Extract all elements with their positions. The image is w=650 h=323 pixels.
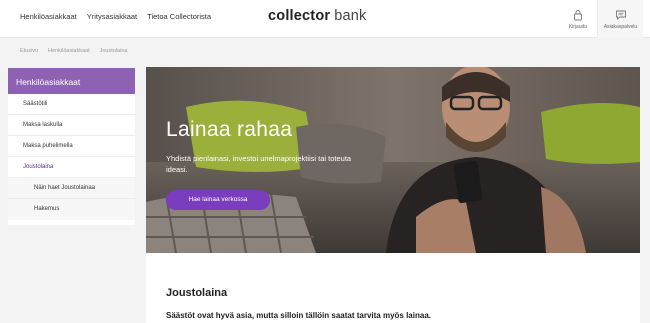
logo-word-bank: bank <box>334 8 367 24</box>
main-nav: Henkilöasiakkaat Yritysasiakkaat Tietoa … <box>20 12 211 21</box>
apply-loan-button[interactable]: Hae lainaa verkossa <box>166 190 270 210</box>
breadcrumb-henkiloasiakkaat[interactable]: Henkilöasiakkaat <box>48 48 90 54</box>
sidebar-item-hakemus[interactable]: Hakemus <box>8 199 135 220</box>
breadcrumb: Etusivu Henkilöasiakkaat Joustolaina <box>20 48 127 54</box>
breadcrumb-joustolaina[interactable]: Joustolaina <box>100 48 128 54</box>
chat-icon <box>615 10 626 20</box>
sidebar-item-nain-haet-joustolainaa[interactable]: Näin haet Joustolainaa <box>8 178 135 199</box>
sidebar: Henkilöasiakkaat Säästötili Maksa laskul… <box>8 68 135 225</box>
logo-word-collector: collector <box>268 8 331 24</box>
sidebar-item-joustolaina[interactable]: Joustolaina <box>8 157 135 178</box>
sidebar-item-maksa-puhelimella[interactable]: Maksa puhelimella <box>8 136 135 157</box>
breadcrumb-home[interactable]: Etusivu <box>20 48 38 54</box>
nav-yritysasiakkaat[interactable]: Yritysasiakkaat <box>87 12 137 21</box>
content-intro: Säästöt ovat hyvä asia, mutta silloin tä… <box>166 311 431 320</box>
content-section: Joustolaina Säästöt ovat hyvä asia, mutt… <box>146 253 640 323</box>
sidebar-item-maksa-laskulla[interactable]: Maksa laskulla <box>8 115 135 136</box>
lock-icon <box>574 9 582 20</box>
hero-title: Lainaa rahaa <box>166 118 293 141</box>
nav-tietoa-collectorista[interactable]: Tietoa Collectorista <box>147 12 211 21</box>
login-button[interactable]: Kirjaudu <box>563 0 593 38</box>
hero-banner: Lainaa rahaa Yhdistä pienlainasi, invest… <box>146 67 640 253</box>
customer-service-label: Asiakaspalvelu <box>603 23 638 30</box>
hero-subtitle: Yhdistä pienlainasi, investoi unelmaproj… <box>166 154 352 174</box>
login-label: Kirjaudu <box>568 23 588 30</box>
customer-service-button[interactable]: Asiakaspalvelu <box>597 0 643 38</box>
nav-henkiloasiakkaat[interactable]: Henkilöasiakkaat <box>20 12 77 21</box>
sidebar-heading[interactable]: Henkilöasiakkaat <box>8 68 135 94</box>
collector-bank-logo[interactable]: collector bank <box>268 8 367 24</box>
sidebar-item-saastotili[interactable]: Säästötili <box>8 94 135 115</box>
top-header: Henkilöasiakkaat Yritysasiakkaat Tietoa … <box>0 0 650 38</box>
content-title: Joustolaina <box>166 287 228 299</box>
